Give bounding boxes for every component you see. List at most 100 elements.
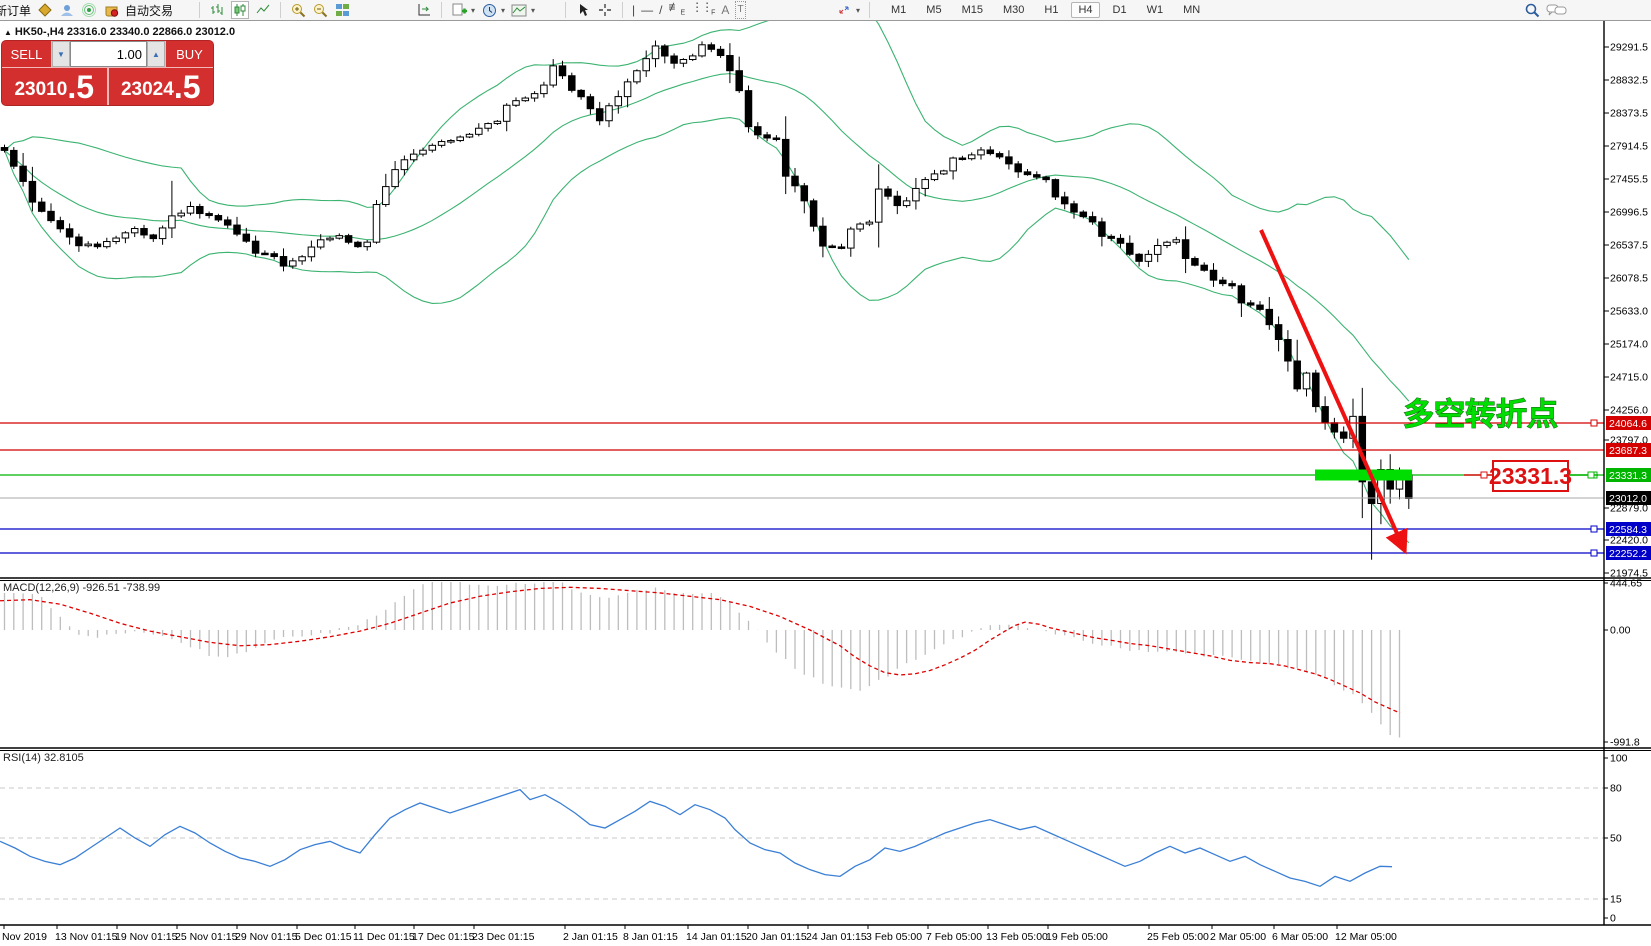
zoom-in-icon[interactable] bbox=[290, 2, 306, 18]
buy-button[interactable]: BUY bbox=[165, 41, 213, 67]
candlestick bbox=[197, 206, 204, 213]
candlestick bbox=[755, 127, 762, 135]
arrows-tool-caret[interactable]: ▾ bbox=[856, 6, 860, 15]
text-tool-icon[interactable]: A bbox=[721, 2, 729, 18]
rsi-axis-label: 100 bbox=[1610, 753, 1628, 765]
candlestick-mode-icon[interactable] bbox=[231, 1, 249, 19]
arrows-tool-icon[interactable] bbox=[836, 2, 852, 18]
turning-point-annotation[interactable]: 多空转折点 bbox=[1403, 397, 1558, 432]
chart-shift-icon[interactable] bbox=[416, 2, 432, 18]
new-chart-caret[interactable]: ▾ bbox=[471, 6, 475, 15]
candlestick bbox=[541, 85, 548, 94]
lot-decrease-button[interactable]: ▼ bbox=[52, 41, 70, 67]
bar-chart-mode-icon[interactable] bbox=[209, 2, 225, 18]
date-axis-label: 14 Jan 01:15 bbox=[686, 931, 747, 943]
one-click-trading-panel: SELL ▼ ▲ BUY 23010.5 23024.5 bbox=[2, 41, 213, 105]
candlestick bbox=[299, 257, 306, 261]
timeframe-button-m5[interactable]: M5 bbox=[919, 2, 948, 18]
timeframe-button-mn[interactable]: MN bbox=[1176, 2, 1207, 18]
chart-canvas[interactable]: 多空转折点23331.329291.528832.528373.527914.5… bbox=[0, 21, 1651, 946]
candlestick bbox=[978, 150, 985, 155]
rsi-indicator-label: RSI(14) 32.8105 bbox=[3, 752, 84, 764]
crosshair-icon[interactable] bbox=[597, 2, 613, 18]
candlestick bbox=[345, 236, 352, 243]
candlestick bbox=[913, 188, 920, 200]
candlestick bbox=[215, 216, 222, 220]
timeframe-button-m15[interactable]: M15 bbox=[955, 2, 990, 18]
horizontal-line-tool-icon[interactable]: — bbox=[641, 2, 653, 18]
price-tag-text: 23331.3 bbox=[1489, 463, 1572, 489]
candlestick bbox=[224, 220, 231, 225]
new-order-button[interactable]: 新订单 bbox=[0, 2, 31, 19]
candlestick bbox=[364, 242, 371, 246]
candlestick bbox=[438, 142, 445, 146]
chat-icon[interactable] bbox=[1546, 2, 1568, 18]
date-axis-label: 19 Nov 01:15 bbox=[115, 931, 178, 943]
candlestick bbox=[1080, 212, 1087, 217]
candlestick bbox=[1099, 222, 1106, 236]
candlestick bbox=[959, 158, 966, 160]
candlestick bbox=[643, 59, 650, 71]
candlestick bbox=[922, 180, 929, 189]
vertical-line-tool-icon[interactable]: | bbox=[632, 2, 635, 18]
template-icon[interactable] bbox=[511, 2, 527, 18]
timeframe-button-m1[interactable]: M1 bbox=[884, 2, 913, 18]
trendline-tool-icon[interactable]: / bbox=[659, 2, 662, 18]
signals-icon[interactable] bbox=[81, 2, 97, 18]
line-anchor-handle[interactable] bbox=[1591, 420, 1597, 426]
date-axis-label: 25 Nov 01:15 bbox=[175, 931, 238, 943]
timeframe-button-h4[interactable]: H4 bbox=[1071, 2, 1099, 18]
line-anchor-handle[interactable] bbox=[1591, 550, 1597, 556]
candlestick bbox=[234, 225, 241, 234]
fibonacci-tool-icon[interactable]: ⋮⋮F bbox=[691, 0, 715, 21]
cursor-icon[interactable] bbox=[575, 2, 591, 18]
candlestick bbox=[773, 138, 780, 140]
symbol-marker-icon: ▲ bbox=[4, 28, 12, 37]
community-icon[interactable] bbox=[59, 2, 75, 18]
candlestick bbox=[615, 97, 622, 106]
sell-price[interactable]: 23010.5 bbox=[2, 68, 107, 105]
candlestick bbox=[420, 150, 427, 154]
lot-increase-button[interactable]: ▲ bbox=[147, 41, 165, 67]
candlestick bbox=[113, 238, 120, 241]
candlestick bbox=[1322, 407, 1329, 423]
candlestick bbox=[410, 154, 417, 160]
candlestick bbox=[596, 109, 603, 121]
zoom-out-icon[interactable] bbox=[312, 2, 328, 18]
text-label-tool-icon[interactable]: T bbox=[735, 1, 745, 19]
candlestick bbox=[1266, 309, 1273, 324]
buy-price[interactable]: 23024.5 bbox=[109, 68, 214, 105]
timeframe-button-w1[interactable]: W1 bbox=[1140, 2, 1171, 18]
market-icon[interactable] bbox=[37, 2, 53, 18]
candlestick bbox=[141, 229, 148, 235]
timeframe-button-d1[interactable]: D1 bbox=[1106, 2, 1134, 18]
candlestick bbox=[875, 189, 882, 222]
period-clock-icon[interactable] bbox=[481, 2, 497, 18]
line-chart-mode-icon[interactable] bbox=[255, 2, 271, 18]
new-chart-icon[interactable] bbox=[451, 2, 467, 18]
candlestick bbox=[327, 238, 334, 240]
candlestick bbox=[1061, 197, 1068, 204]
tag-anchor-handle[interactable] bbox=[1588, 472, 1594, 478]
autotrading-icon[interactable] bbox=[103, 2, 119, 18]
support-highlight-bar[interactable] bbox=[1315, 470, 1412, 481]
period-caret[interactable]: ▾ bbox=[501, 6, 505, 15]
line-anchor-handle[interactable] bbox=[1591, 526, 1597, 532]
timeframe-button-h1[interactable]: H1 bbox=[1037, 2, 1065, 18]
timeframe-button-m30[interactable]: M30 bbox=[996, 2, 1031, 18]
candlestick bbox=[513, 101, 520, 106]
candlestick bbox=[317, 240, 324, 247]
tile-windows-icon[interactable] bbox=[334, 2, 350, 18]
tag-anchor-handle[interactable] bbox=[1481, 472, 1487, 478]
autotrading-button[interactable]: 自动交易 bbox=[125, 2, 173, 19]
chart-area[interactable]: 多空转折点23331.329291.528832.528373.527914.5… bbox=[0, 21, 1651, 946]
lot-size-input[interactable] bbox=[70, 41, 147, 67]
candlestick bbox=[1229, 284, 1236, 286]
candlestick bbox=[866, 222, 873, 224]
template-caret[interactable]: ▾ bbox=[531, 6, 535, 15]
channel-tool-icon[interactable]: ≢E bbox=[668, 0, 685, 21]
sell-button[interactable]: SELL bbox=[2, 41, 52, 67]
search-icon[interactable] bbox=[1524, 2, 1540, 18]
candlestick bbox=[885, 189, 892, 196]
candlestick bbox=[1210, 270, 1217, 280]
